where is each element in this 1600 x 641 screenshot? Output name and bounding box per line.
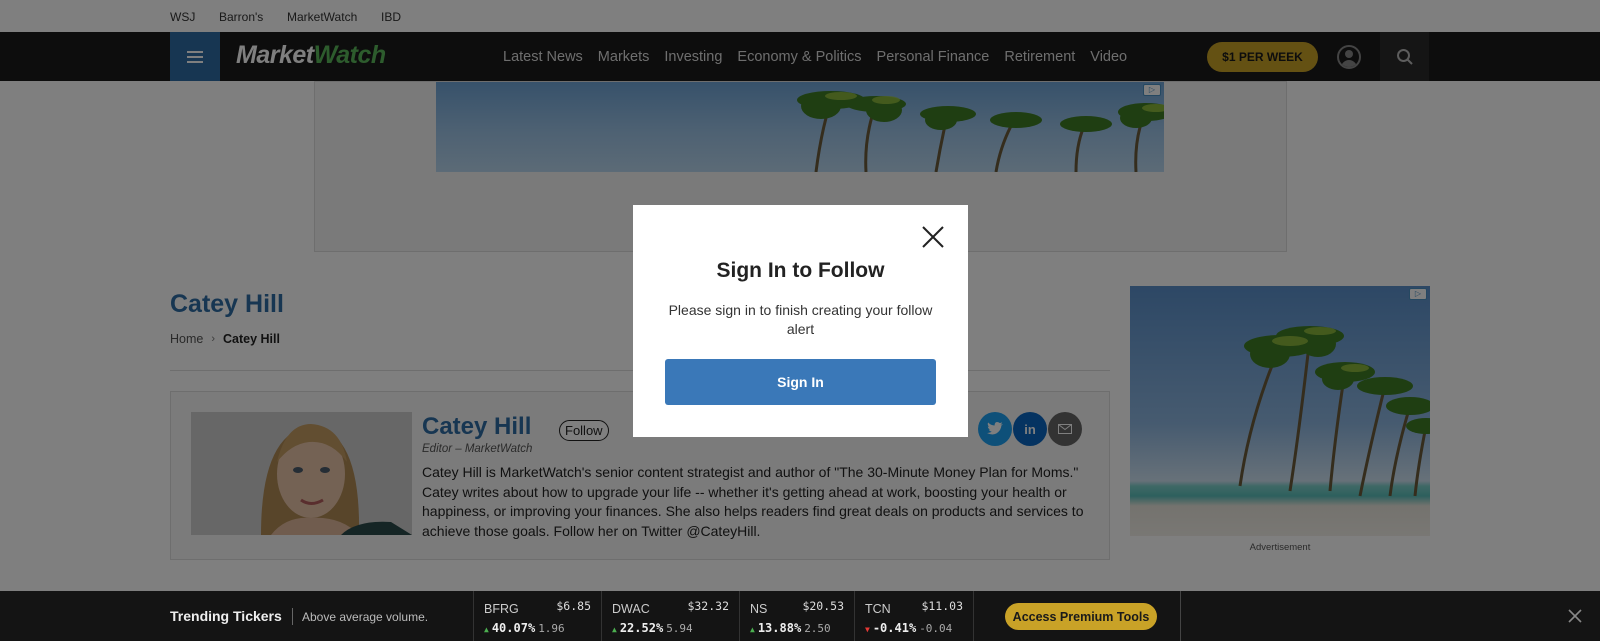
modal-message: Please sign in to finish creating your f…	[668, 302, 933, 337]
ticker-symbol: TCN	[865, 602, 891, 616]
ticker-item-dwac[interactable]: DWAC $32.32 ▲ 22.52% 5.94	[601, 591, 739, 641]
ticker-price: $20.53	[802, 599, 844, 613]
ticker-price: $6.85	[556, 599, 591, 613]
ticker-item-ns[interactable]: NS $20.53 ▲ 13.88% 2.50	[739, 591, 854, 641]
ticker-price: $32.32	[687, 599, 729, 613]
ticker-change: 2.50	[804, 622, 831, 635]
arrow-up-icon: ▲	[612, 625, 617, 634]
ticker-item-bfrg[interactable]: BFRG $6.85 ▲ 40.07% 1.96	[473, 591, 601, 641]
modal-title: Sign In to Follow	[716, 259, 885, 282]
ticker-price: $11.03	[921, 599, 963, 613]
ticker-item-tcn[interactable]: TCN $11.03 ▼ -0.41% -0.04	[854, 591, 974, 641]
divider	[1180, 591, 1181, 641]
ticker-change: 1.96	[538, 622, 565, 635]
trending-tickers-bar: Trending Tickers Above average volume. B…	[0, 591, 1600, 641]
trending-subtitle: Above average volume.	[302, 610, 429, 624]
trending-title: Trending Tickers	[170, 608, 282, 624]
sign-in-button[interactable]: Sign In	[665, 359, 936, 405]
ticker-symbol: NS	[750, 602, 768, 616]
ticker-percent: 40.07%	[491, 621, 536, 635]
divider	[292, 608, 293, 625]
close-icon[interactable]	[1567, 608, 1583, 624]
sign-in-modal: Sign In to Follow Please sign in to fini…	[633, 205, 968, 437]
ticker-change: -0.04	[919, 622, 953, 635]
access-premium-tools-button[interactable]: Access Premium Tools	[1005, 603, 1157, 630]
ticker-symbol: DWAC	[612, 602, 650, 616]
arrow-up-icon: ▲	[484, 625, 489, 634]
ticker-symbol: BFRG	[484, 602, 519, 616]
arrow-down-icon: ▼	[865, 625, 870, 634]
ticker-change: 5.94	[666, 622, 693, 635]
ticker-list: BFRG $6.85 ▲ 40.07% 1.96 DWAC $32.32 ▲ 22.5…	[473, 591, 974, 641]
ticker-percent: -0.41%	[872, 621, 917, 635]
ticker-percent: 22.52%	[619, 621, 664, 635]
close-icon[interactable]	[920, 224, 946, 250]
arrow-up-icon: ▲	[750, 625, 755, 634]
ticker-percent: 13.88%	[757, 621, 802, 635]
